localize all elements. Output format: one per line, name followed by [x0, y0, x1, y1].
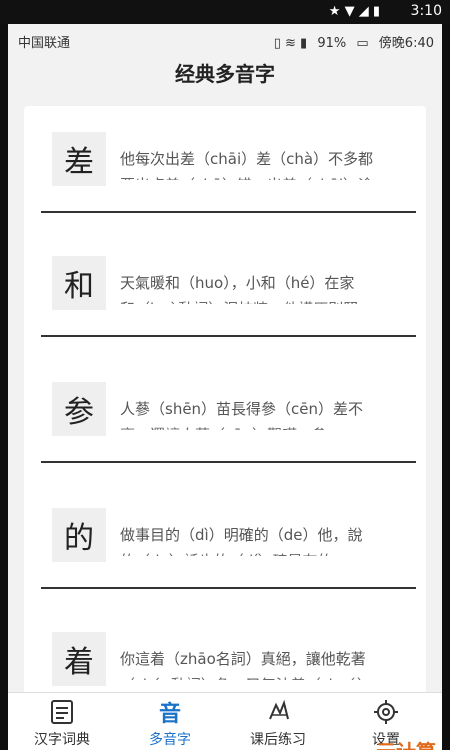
- app-window: 中国联通 ▯ ≋ ▮ 91% ▭ 傍晚6:40 经典多音字 差 他每次出差（ch…: [8, 24, 442, 750]
- sound-character-icon: 音: [159, 701, 181, 725]
- inner-status-right: ▯ ≋ ▮ 91% ▭ 傍晚6:40: [268, 32, 434, 51]
- battery-icon: ▭: [356, 36, 369, 51]
- char-box: 着: [52, 632, 106, 686]
- divider: [41, 335, 416, 337]
- item-line2: 要出点差（chā）错，出差（chāi）途: [120, 172, 410, 180]
- inner-status-bar: 中国联通 ▯ ≋ ▮ 91% ▭ 傍晚6:40: [8, 24, 442, 52]
- nav-label: 多音字: [149, 732, 191, 748]
- item-text: 你這着（zhāo名詞）真絕，讓他乾著 （zháo動詞）急，又無法着（zhuó）: [120, 646, 410, 680]
- list-item[interactable]: 参 人蔘（shēn）苗長得參（cēn）差不 齊，邏讓人蔘（cān）觀嘆，參: [24, 356, 426, 482]
- system-time: 3:10: [410, 3, 442, 19]
- nav-polyphonic[interactable]: 音 多音字: [116, 693, 224, 750]
- item-text: 天氣暖和（huo），小和（hé）在家 和（huò動詞）泥抹牆；他講原則堅: [120, 270, 410, 304]
- item-line1: 人蔘（shēn）苗長得參（cēn）差不: [120, 400, 364, 418]
- item-line2: （zháo動詞）急，又無法着（zhuó）: [120, 672, 410, 680]
- polyphonic-list: 差 他每次出差（chāi）差（chà）不多都 要出点差（chā）错，出差（chā…: [24, 106, 426, 726]
- char-box: 参: [52, 382, 106, 436]
- list-item[interactable]: 和 天氣暖和（huo），小和（hé）在家 和（huò動詞）泥抹牆；他講原則堅: [24, 230, 426, 356]
- battery-level: 91%: [317, 36, 347, 51]
- signal-wifi-icons: ★ ▼ ◢ ▮: [328, 4, 380, 19]
- gear-icon: [374, 700, 398, 724]
- item-line2: 和（huò動詞）泥抹牆；他講原則堅: [120, 296, 410, 304]
- system-status-bar: ★ ▼ ◢ ▮ 3:10: [0, 0, 450, 24]
- item-line1: 天氣暖和（huo），小和（hé）在家: [120, 274, 355, 292]
- dictionary-icon: [51, 700, 73, 724]
- nav-label: 课后练习: [250, 732, 306, 748]
- nav-label: 汉字词典: [34, 732, 90, 748]
- list-item[interactable]: 的 做事目的（dì）明確的（de）他，說 的（de）話也的（dí）確是有的: [24, 482, 426, 608]
- item-line2: 的（de）話也的（dí）確是有的: [120, 548, 410, 556]
- page-title: 经典多音字: [175, 62, 275, 86]
- nav-dictionary[interactable]: 汉字词典: [8, 693, 116, 750]
- char-box: 差: [52, 132, 106, 186]
- list-item[interactable]: 差 他每次出差（chāi）差（chà）不多都 要出点差（chā）错，出差（chā…: [24, 106, 426, 232]
- item-text: 人蔘（shēn）苗長得參（cēn）差不 齊，邏讓人蔘（cān）觀嘆，參: [120, 396, 410, 430]
- item-line2: 齊，邏讓人蔘（cān）觀嘆，參: [120, 422, 410, 430]
- item-text: 做事目的（dì）明確的（de）他，說 的（de）話也的（dí）確是有的: [120, 522, 410, 556]
- divider: [41, 461, 416, 463]
- divider: [41, 587, 416, 589]
- char-box: 和: [52, 256, 106, 310]
- item-line1: 做事目的（dì）明確的（de）他，說: [120, 526, 363, 544]
- item-line1: 他每次出差（chāi）差（chà）不多都: [120, 150, 374, 168]
- char-box: 的: [52, 508, 106, 562]
- svg-text:音: 音: [159, 701, 181, 725]
- carrier-label: 中国联通: [18, 36, 71, 51]
- nav-exercises[interactable]: 课后练习: [224, 693, 332, 750]
- inner-time: 傍晚6:40: [378, 36, 434, 51]
- exercise-brush-icon: [269, 699, 289, 720]
- watermark-text: 元计算: [376, 736, 436, 750]
- item-text: 他每次出差（chāi）差（chà）不多都 要出点差（chā）错，出差（chāi）…: [120, 146, 410, 180]
- vibrate-wifi-signal-icons: ▯ ≋ ▮: [273, 36, 308, 51]
- item-line1: 你這着（zhāo名詞）真絕，讓他乾著: [120, 650, 366, 668]
- divider: [41, 211, 416, 213]
